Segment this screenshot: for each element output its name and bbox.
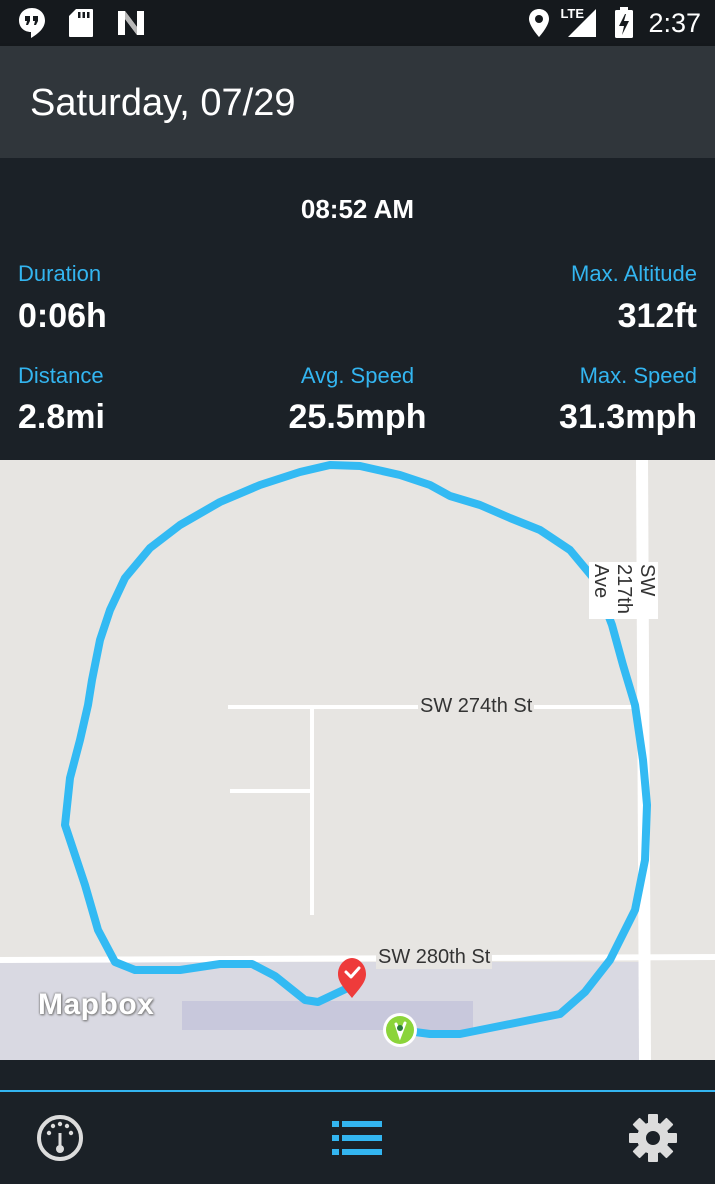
map-area-strip	[182, 1001, 473, 1030]
list-icon	[332, 1121, 382, 1155]
page-title: Saturday, 07/29	[30, 82, 296, 124]
street-label-sw-274th: SW 274th St	[418, 695, 535, 718]
clock-time: 2:37	[648, 7, 701, 38]
gear-icon	[629, 1114, 677, 1162]
nav-speedometer-button[interactable]	[0, 1092, 120, 1184]
status-bar: LTE 2:37	[0, 0, 715, 46]
street-label-sw-217th: SW 217th Ave	[589, 562, 658, 619]
max-altitude-value: 312ft	[617, 297, 697, 335]
bottom-nav	[0, 1090, 715, 1184]
trip-stats-panel: 08:52 AM Duration 0:06h Max. Altitude 31…	[0, 158, 715, 460]
hangouts-icon	[19, 8, 45, 38]
sd-card-icon	[69, 9, 93, 37]
speedometer-icon	[37, 1115, 83, 1161]
route-path	[61, 461, 651, 1038]
max-altitude-label: Max. Altitude	[571, 261, 697, 286]
duration-value: 0:06h	[18, 297, 107, 335]
mapbox-attribution[interactable]: Mapbox	[38, 988, 154, 1022]
location-icon	[529, 9, 550, 37]
max-speed-label: Max. Speed	[579, 363, 697, 388]
map-canvas	[0, 460, 715, 1060]
nav-settings-button[interactable]	[593, 1092, 713, 1184]
route-map[interactable]: SW 274th St SW 280th St SW 217th Ave Map…	[0, 460, 715, 1060]
trip-start-time: 08:52 AM	[300, 194, 415, 224]
battery-charging-icon	[615, 7, 634, 38]
start-marker	[383, 1013, 417, 1047]
n-icon	[118, 11, 144, 35]
app-bar: Saturday, 07/29	[0, 46, 715, 158]
nav-list-button[interactable]	[297, 1092, 417, 1184]
max-speed-value: 31.3mph	[559, 398, 697, 436]
duration-label: Duration	[18, 261, 102, 286]
network-type: LTE	[560, 6, 585, 21]
street-label-sw-280th: SW 280th St	[376, 946, 493, 969]
